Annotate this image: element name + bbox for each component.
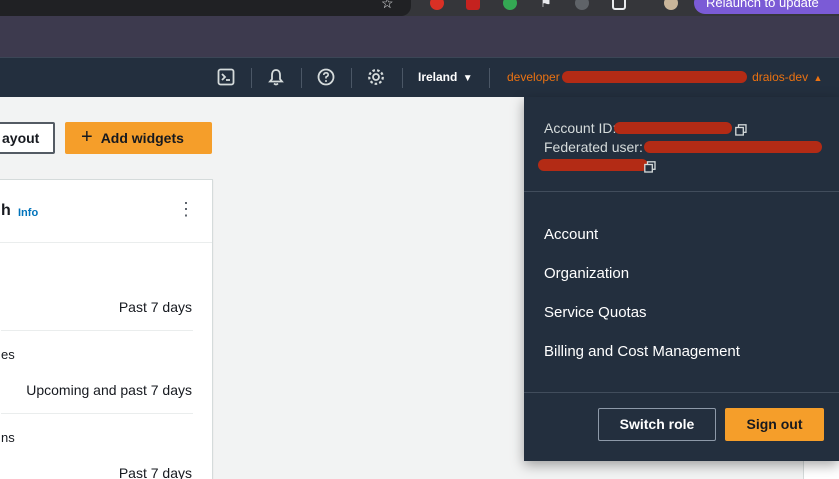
- account-id-label: Account ID:: [544, 120, 617, 136]
- help-icon[interactable]: [315, 66, 337, 88]
- caret-up-icon: ▲: [813, 73, 823, 83]
- add-widgets-button[interactable]: + Add widgets: [65, 122, 212, 154]
- menu-item-service-quotas[interactable]: Service Quotas: [544, 304, 647, 321]
- dropdown-divider: [524, 191, 839, 192]
- account-id-row: Account ID:: [544, 119, 747, 138]
- extension-icon[interactable]: [466, 0, 480, 10]
- widget-header: h Info ⋮: [0, 180, 212, 243]
- plus-icon: +: [81, 126, 93, 148]
- profile-avatar[interactable]: [664, 0, 678, 10]
- dashboard-widget: h Info ⋮ Past 7 days es Upcoming and pas…: [0, 179, 213, 479]
- redacted-text: [644, 141, 822, 153]
- row-label: es: [1, 347, 15, 362]
- redacted-text: [614, 122, 732, 134]
- menu-item-billing[interactable]: Billing and Cost Management: [544, 343, 740, 360]
- row-divider: [1, 413, 193, 414]
- browser-active-tab[interactable]: [0, 0, 411, 16]
- widget-title: h: [1, 202, 11, 219]
- row-label: ns: [1, 430, 15, 445]
- menu-item-account[interactable]: Account: [544, 226, 598, 243]
- nav-divider: [489, 68, 490, 88]
- nav-divider: [351, 68, 352, 88]
- redacted-text: [561, 71, 747, 83]
- reset-layout-button[interactable]: ayout: [0, 122, 55, 154]
- extension-icon[interactable]: [575, 0, 589, 10]
- account-details: Account ID: Federated user:: [538, 119, 822, 176]
- redacted-text: [538, 159, 648, 171]
- star-icon[interactable]: ☆: [381, 0, 394, 12]
- cloudshell-icon[interactable]: [215, 66, 237, 88]
- federated-user-label: Federated user:: [544, 139, 643, 155]
- region-label: Ireland: [418, 70, 458, 84]
- browser-tab-strip: ☆ ⚑ Relaunch to update: [0, 0, 839, 16]
- menu-item-organization[interactable]: Organization: [544, 265, 629, 282]
- add-widgets-label: Add widgets: [100, 130, 184, 146]
- switch-role-button[interactable]: Switch role: [598, 408, 716, 441]
- browser-toolbar: [0, 16, 839, 57]
- region-selector[interactable]: Ireland ▼: [418, 70, 473, 84]
- federated-user-row-continued: [538, 157, 656, 176]
- nav-divider: [301, 68, 302, 88]
- nav-divider: [251, 68, 252, 88]
- extensions-puzzle-icon[interactable]: [612, 0, 626, 10]
- extension-icon[interactable]: [430, 0, 444, 10]
- nav-divider: [402, 68, 403, 88]
- account-name-suffix: draios-dev: [752, 70, 809, 84]
- extension-icon[interactable]: [503, 0, 517, 10]
- sign-out-button[interactable]: Sign out: [725, 408, 824, 441]
- copy-icon[interactable]: [735, 122, 747, 136]
- row-value: Past 7 days: [118, 299, 192, 315]
- bookmark-icon[interactable]: ⚑: [540, 0, 552, 11]
- info-link[interactable]: Info: [18, 207, 38, 219]
- bell-icon[interactable]: [265, 66, 287, 88]
- row-value: Upcoming and past 7 days: [26, 382, 192, 398]
- caret-down-icon: ▼: [462, 73, 473, 84]
- more-options-icon[interactable]: ⋮: [177, 200, 195, 218]
- relaunch-button[interactable]: Relaunch to update: [694, 0, 839, 14]
- copy-icon[interactable]: [644, 159, 656, 173]
- account-name-prefix: developer: [507, 70, 560, 84]
- account-menu-trigger[interactable]: developer draios-dev ▲: [507, 70, 822, 84]
- federated-user-row: Federated user:: [544, 138, 822, 157]
- aws-top-nav: Ireland ▼ developer draios-dev ▲: [0, 57, 839, 97]
- row-value: Past 7 days: [118, 465, 192, 479]
- dropdown-divider: [524, 392, 839, 393]
- account-dropdown: Account ID: Federated user: Account Orga…: [524, 97, 839, 461]
- gear-icon[interactable]: [365, 66, 387, 88]
- row-divider: [1, 330, 193, 331]
